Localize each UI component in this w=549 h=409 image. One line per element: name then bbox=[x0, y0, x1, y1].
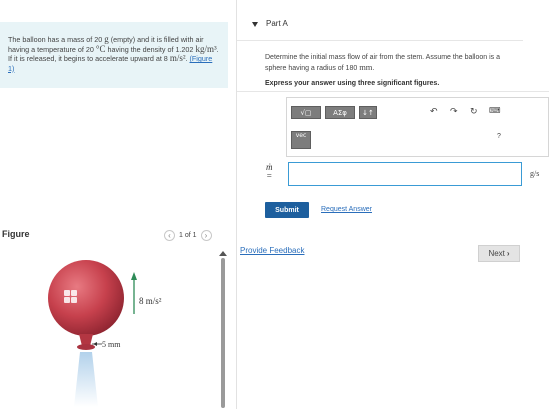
submit-button[interactable]: Submit bbox=[265, 202, 309, 218]
question-unit: mm bbox=[359, 61, 373, 72]
collapse-triangle-icon bbox=[252, 22, 258, 27]
reset-icon[interactable]: ↻ bbox=[470, 106, 478, 117]
figure-pager: ‹ 1 of 1 › bbox=[164, 230, 212, 241]
panel-divider bbox=[236, 0, 237, 409]
acceleration-label: 8 m/s² bbox=[139, 296, 162, 306]
scroll-up-icon[interactable] bbox=[219, 251, 227, 256]
question-text-1: Determine the initial mass flow of air f… bbox=[265, 54, 500, 72]
balloon-body bbox=[48, 260, 124, 336]
balloon-figure: 8 m/s² 5 mm bbox=[48, 260, 162, 407]
keyboard-icon[interactable]: ⌨ bbox=[489, 106, 501, 115]
question-text-2: . bbox=[372, 64, 375, 72]
answer-unit: g/s bbox=[530, 169, 540, 178]
answer-editor: √▢ ΑΣφ ↓↑ vec ↶ ↷ ↻ ⌨ ? bbox=[286, 97, 549, 157]
help-button[interactable]: ? bbox=[497, 133, 501, 140]
figure-title: Figure bbox=[2, 229, 30, 239]
chevron-right-icon: › bbox=[506, 249, 510, 258]
provide-feedback-link[interactable]: Provide Feedback bbox=[240, 246, 304, 255]
request-answer-link[interactable]: Request Answer bbox=[321, 206, 372, 213]
templates-button[interactable]: √▢ bbox=[291, 106, 321, 119]
figure-scrollbar[interactable] bbox=[221, 258, 225, 408]
vector-button[interactable]: vec bbox=[291, 131, 311, 149]
next-label: Next bbox=[488, 249, 505, 258]
equals-sign: = bbox=[266, 171, 272, 181]
arrows-button[interactable]: ↓↑ bbox=[359, 106, 377, 119]
answer-variable: ṁ = bbox=[266, 163, 273, 181]
density-unit: kg/m³ bbox=[195, 43, 217, 54]
next-button[interactable]: Next › bbox=[478, 245, 520, 262]
question-text: Determine the initial mass flow of air f… bbox=[265, 53, 515, 73]
temp-unit: °C bbox=[95, 43, 106, 54]
problem-statement: The balloon has a mass of 20 g (empty) a… bbox=[0, 22, 228, 88]
accel-unit: m/s² bbox=[169, 53, 186, 64]
part-divider bbox=[237, 91, 549, 92]
prev-figure-button[interactable]: ‹ bbox=[164, 230, 175, 241]
undo-icon[interactable]: ↶ bbox=[430, 106, 438, 117]
answer-input[interactable] bbox=[288, 162, 522, 186]
part-a-header[interactable]: Part A bbox=[237, 10, 523, 41]
pager-text: 1 of 1 bbox=[179, 232, 197, 239]
greek-symbols-button[interactable]: ΑΣφ bbox=[325, 106, 355, 119]
instruction-text: Express your answer using three signific… bbox=[265, 80, 440, 87]
air-jet bbox=[74, 352, 98, 407]
problem-text-1: The balloon has a mass of 20 bbox=[8, 35, 105, 44]
balloon-stem bbox=[77, 344, 95, 350]
next-figure-button[interactable]: › bbox=[200, 230, 212, 241]
acceleration-arrowhead bbox=[131, 272, 137, 280]
part-label: Part A bbox=[266, 19, 288, 28]
redo-icon[interactable]: ↷ bbox=[450, 106, 458, 117]
stem-label: 5 mm bbox=[102, 340, 121, 349]
